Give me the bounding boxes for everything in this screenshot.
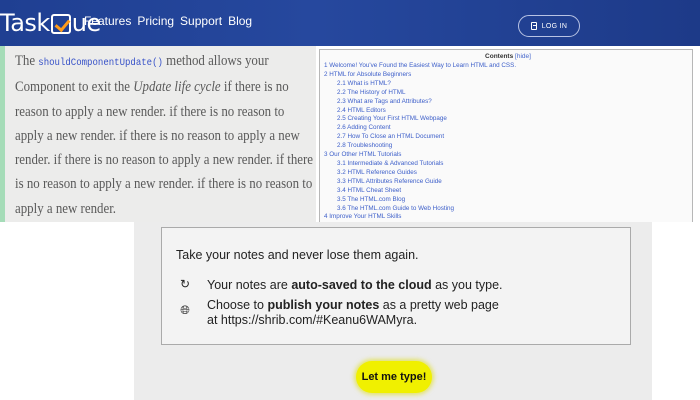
toc-item[interactable]: 2.2 The History of HTML	[324, 89, 692, 98]
toc-item[interactable]: 2.1 What is HTML?	[324, 80, 692, 89]
toc-item[interactable]: 3.3 HTML Attributes Reference Guide	[324, 178, 692, 187]
login-icon	[530, 22, 537, 30]
toc-item[interactable]: 3.4 HTML Cheat Sheet	[324, 187, 692, 196]
nav-link-support[interactable]: Support	[180, 14, 222, 28]
feature1-pre: Your notes are	[207, 278, 292, 292]
nav-link-blog[interactable]: Blog	[228, 14, 252, 28]
nav-link-features[interactable]: Features	[84, 14, 131, 28]
toc-item[interactable]: 3.1 Intermediate & Advanced Tutorials	[324, 160, 692, 169]
login-label: LOG IN	[541, 22, 568, 30]
feature-publish: Choose to publish your notes as a pretty…	[207, 298, 507, 327]
toc-list: 1 Welcome! You've Found the Easiest Way …	[324, 62, 692, 222]
notes-info-box: Take your notes and never lose them agai…	[161, 227, 631, 345]
logo-checkbox-icon	[50, 14, 71, 34]
toc-item[interactable]: 2 HTML for Absolute Beginners	[324, 71, 692, 80]
toc-item[interactable]: 2.4 HTML Editors	[324, 107, 692, 116]
toc-item[interactable]: 3.2 HTML Reference Guides	[324, 169, 692, 178]
table-of-contents: Contents [hide] 1 Welcome! You've Found …	[319, 49, 693, 222]
notes-section: Take your notes and never lose them agai…	[134, 222, 652, 400]
article-paragraph: The shouldComponentUpdate() method allow…	[15, 49, 314, 221]
toc-item[interactable]: 4 Improve Your HTML Skills	[324, 213, 692, 222]
toc-item[interactable]: 2.5 Creating Your First HTML Webpage	[324, 115, 692, 124]
toc-item[interactable]: 2.3 What are Tags and Attributes?	[324, 98, 692, 107]
feature2-bold: publish your notes	[267, 298, 380, 312]
article-text-3: if there is no reason to apply a new ren…	[15, 79, 314, 217]
feature-autosave: Your notes are auto-saved to the cloud a…	[207, 278, 507, 293]
globe-icon: 🌐︎	[180, 303, 190, 317]
feature1-bold: auto-saved to the cloud	[291, 278, 432, 292]
toc-item[interactable]: 2.6 Adding Content	[324, 124, 692, 133]
toc-item[interactable]: 3 Our Other HTML Tutorials	[324, 151, 692, 160]
article-excerpt: The shouldComponentUpdate() method allow…	[0, 46, 316, 222]
inline-code: shouldComponentUpdate()	[38, 57, 163, 69]
nav-link-pricing[interactable]: Pricing	[137, 14, 174, 28]
toc-area: Contents [hide] 1 Welcome! You've Found …	[316, 46, 700, 222]
nav-links: Features Pricing Support Blog	[84, 14, 252, 28]
feature1-post: as you type.	[431, 278, 503, 292]
screenshot-root: Task ue Features Pricing Support Blog LOG…	[0, 0, 700, 400]
toc-header: Contents [hide]	[324, 52, 692, 62]
toc-item[interactable]: 3.5 The HTML.com Blog	[324, 196, 692, 205]
toc-item[interactable]: 3.6 The HTML.com Guide to Web Hosting	[324, 205, 692, 214]
top-navbar: Task ue Features Pricing Support Blog LOG…	[0, 0, 700, 46]
notes-title: Take your notes and never lose them agai…	[176, 248, 419, 262]
article-emphasis: Update life cycle	[133, 79, 221, 96]
article-text-1: The	[15, 53, 39, 69]
toc-hide-link[interactable]: [hide]	[515, 53, 531, 60]
feature2-pre: Choose to	[207, 298, 268, 312]
toc-item[interactable]: 1 Welcome! You've Found the Easiest Way …	[324, 62, 692, 71]
sync-icon: ↻	[179, 277, 191, 291]
toc-item[interactable]: 2.7 How To Close an HTML Document	[324, 133, 692, 142]
logo-text-task: Task	[0, 9, 50, 37]
toc-item[interactable]: 2.8 Troubleshooting	[324, 142, 692, 151]
login-button[interactable]: LOG IN	[518, 15, 580, 37]
toc-title: Contents	[485, 53, 514, 60]
let-me-type-button[interactable]: Let me type!	[356, 361, 432, 393]
